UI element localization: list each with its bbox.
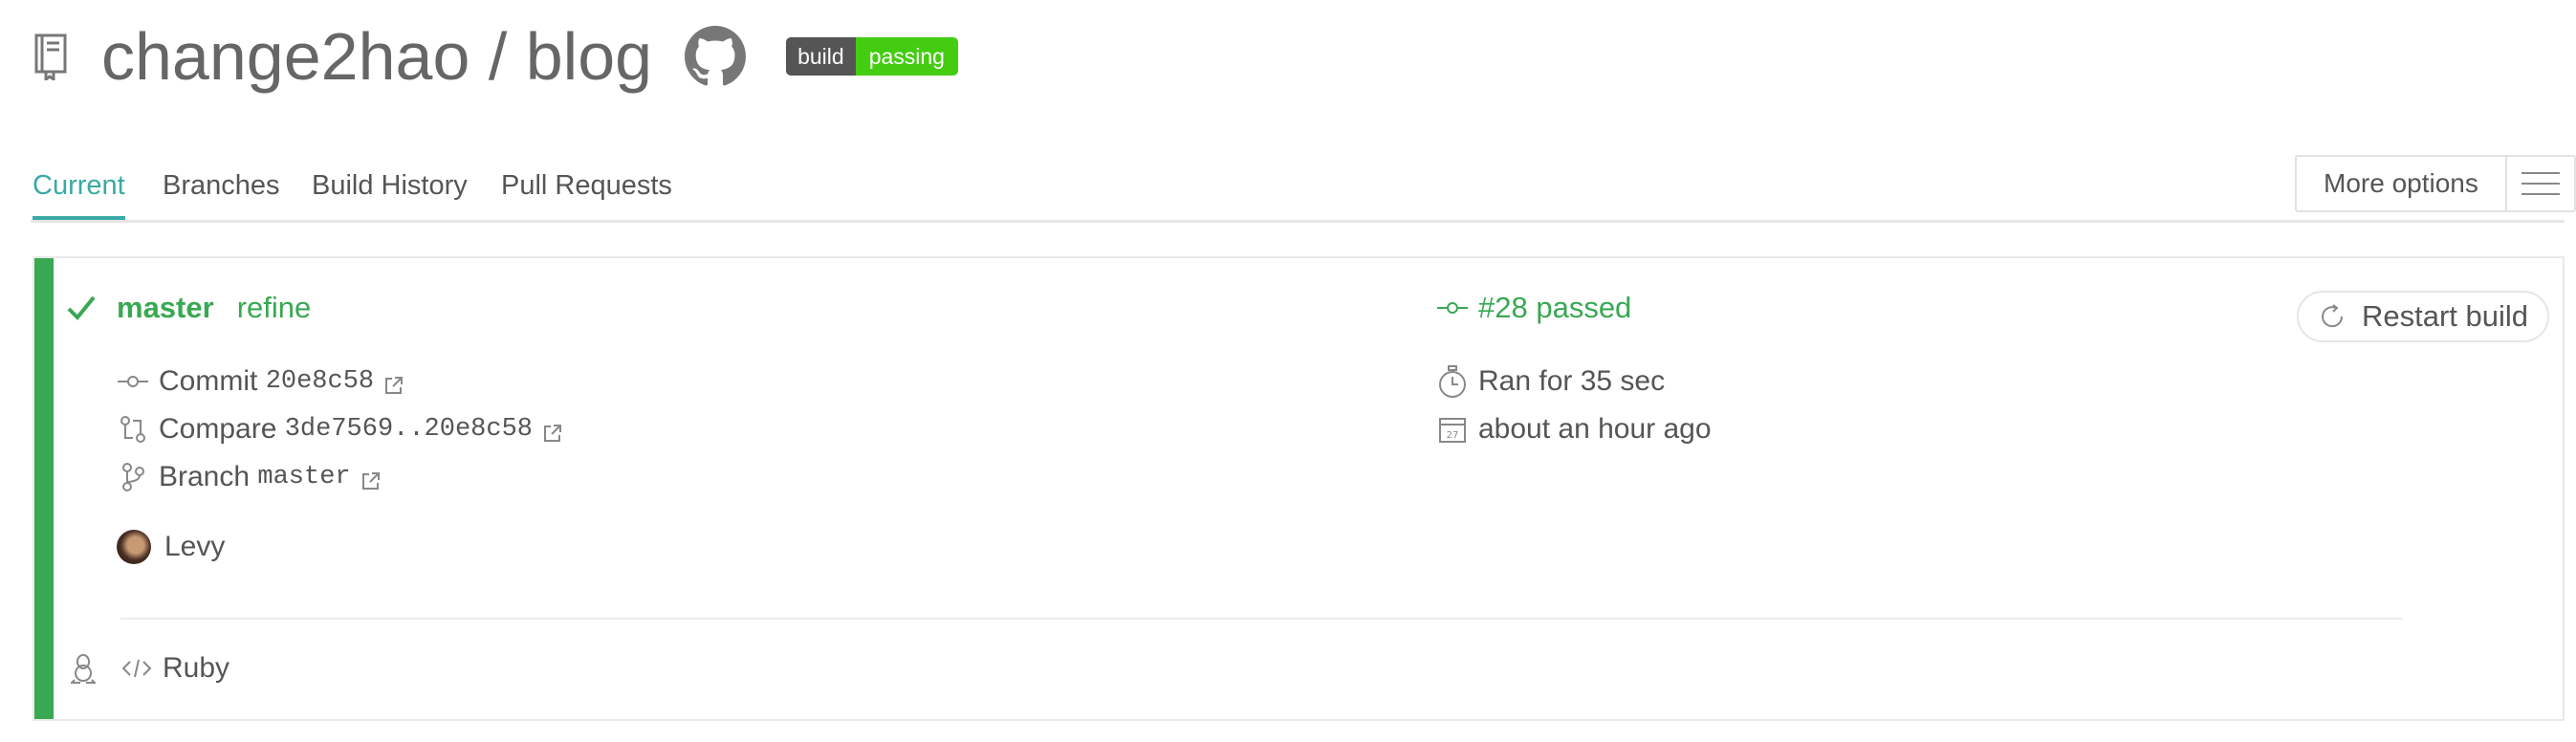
language-label: Ruby xyxy=(163,652,230,684)
author-name: Levy xyxy=(164,531,226,562)
more-options-dropdown[interactable]: More options xyxy=(2295,155,2576,212)
build-number[interactable]: #28 passed xyxy=(1478,291,1631,325)
card-divider xyxy=(120,618,2402,620)
external-link-icon[interactable] xyxy=(542,419,563,442)
restart-build-label: Restart build xyxy=(2362,299,2529,333)
build-number-row[interactable]: #28 passed xyxy=(1436,291,1631,325)
avatar xyxy=(117,530,151,564)
calendar-day: 27 xyxy=(1447,430,1459,441)
stopwatch-icon xyxy=(1436,365,1469,398)
branch-icon xyxy=(117,461,149,493)
compare-range[interactable]: 3de7569..20e8c58 xyxy=(285,415,533,444)
checkmark-icon xyxy=(65,292,98,324)
tab-build-history[interactable]: Build History xyxy=(312,170,468,202)
build-status-badge[interactable]: build passing xyxy=(786,37,958,76)
external-link-icon[interactable] xyxy=(383,371,404,394)
branch-name[interactable]: master xyxy=(257,463,350,491)
author-row: Levy xyxy=(117,530,225,564)
branch-label: Branch xyxy=(159,461,251,492)
badge-label: build xyxy=(786,37,856,76)
commit-icon xyxy=(117,365,149,398)
calendar-icon: 27 xyxy=(1436,413,1469,446)
github-icon[interactable] xyxy=(685,26,747,87)
commit-message: refine xyxy=(236,291,312,324)
branch-link[interactable]: master xyxy=(117,291,214,325)
repo-icon xyxy=(33,31,76,82)
tab-pull-requests[interactable]: Pull Requests xyxy=(501,170,672,202)
compare-row[interactable]: Compare 3de7569..20e8c58 xyxy=(117,413,563,446)
badge-status: passing xyxy=(855,37,958,76)
repo-tabs: Current Branches Build History Pull Requ… xyxy=(0,143,2576,224)
more-options-label: More options xyxy=(2324,168,2478,198)
finished-row: 27 about an hour ago xyxy=(1436,413,1712,446)
duration-row: Ran for 35 sec xyxy=(1436,365,1665,398)
compare-icon xyxy=(117,413,149,446)
tab-current[interactable]: Current xyxy=(33,170,125,220)
branch-row[interactable]: Branch master xyxy=(117,461,382,493)
compare-label: Compare xyxy=(159,413,277,445)
commit-icon xyxy=(1436,292,1469,324)
linux-tux-icon xyxy=(67,652,99,685)
tab-branches[interactable]: Branches xyxy=(163,170,280,202)
build-card: master refine Commit 20e8c58 Compare 3de… xyxy=(33,256,2565,721)
commit-sha[interactable]: 20e8c58 xyxy=(266,367,374,396)
job-config-row: Ruby xyxy=(67,652,229,685)
build-duration: Ran for 35 sec xyxy=(1478,365,1666,397)
code-icon xyxy=(120,652,153,685)
hamburger-icon[interactable] xyxy=(2504,157,2574,210)
commit-row[interactable]: Commit 20e8c58 xyxy=(117,365,404,398)
commit-label: Commit xyxy=(159,365,258,397)
restart-build-button[interactable]: Restart build xyxy=(2297,291,2550,342)
build-finished-time: about an hour ago xyxy=(1478,413,1712,445)
status-stripe xyxy=(34,258,54,719)
repo-title-link[interactable]: change2hao / blog xyxy=(101,23,652,90)
restart-icon xyxy=(2316,300,2348,333)
external-link-icon[interactable] xyxy=(360,467,382,490)
repo-header: change2hao / blog build passing xyxy=(33,13,958,99)
tabs-divider xyxy=(31,220,2565,223)
